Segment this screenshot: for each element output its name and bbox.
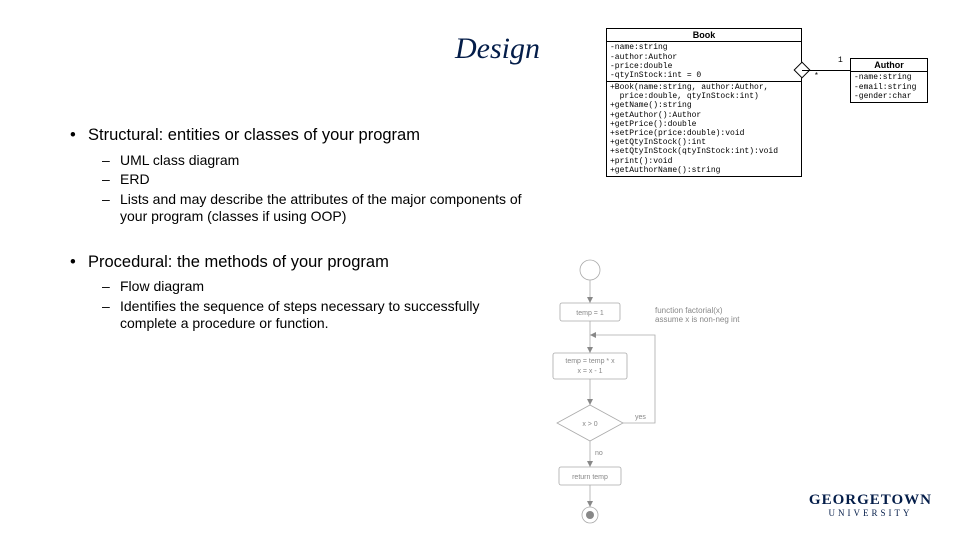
bullet-structural-sub-2: ERD: [70, 171, 540, 189]
uml-author-class: Author -name:string -email:string -gende…: [850, 58, 928, 103]
flow-no-label: no: [595, 450, 603, 457]
uml-diagram: Book -name:string -author:Author -price:…: [600, 28, 940, 238]
flow-init-text: temp = 1: [576, 310, 604, 317]
uml-multiplicity-one: 1: [838, 56, 843, 65]
flow-start-icon: [580, 260, 600, 280]
slide-title: Design: [0, 32, 600, 66]
uml-book-ops: +Book(name:string, author:Author, price:…: [607, 82, 801, 176]
flow-cond-text: x > 0: [582, 421, 597, 428]
bullet-structural-sub-3: Lists and may describe the attributes of…: [70, 191, 540, 226]
uml-book-class: Book -name:string -author:Author -price:…: [606, 28, 802, 177]
uml-book-attrs: -name:string -author:Author -price:doubl…: [607, 42, 801, 82]
svg-text:x = x - 1: x = x - 1: [577, 368, 602, 375]
uml-book-name: Book: [607, 29, 801, 42]
bullet-procedural-sub-2: Identifies the sequence of steps necessa…: [70, 298, 540, 333]
uml-author-name: Author: [851, 59, 927, 72]
flowchart-note: function factorial(x) assume x is non-ne…: [655, 307, 745, 325]
bullet-procedural: Procedural: the methods of your program: [70, 252, 540, 273]
uml-author-attrs: -name:string -email:string -gender:char: [851, 72, 927, 102]
bullet-structural: Structural: entities or classes of your …: [70, 125, 540, 146]
bullet-structural-sub-1: UML class diagram: [70, 152, 540, 170]
flow-yes-label: yes: [635, 414, 646, 421]
content-area: Structural: entities or classes of your …: [70, 125, 540, 335]
flowchart: function factorial(x) assume x is non-ne…: [535, 255, 745, 535]
georgetown-logo: GEORGETOWN UNIVERSITY: [809, 492, 932, 518]
bullet-procedural-sub-1: Flow diagram: [70, 278, 540, 296]
logo-line1: GEORGETOWN: [809, 492, 932, 509]
logo-line2: UNIVERSITY: [809, 508, 932, 518]
uml-multiplicity-star: *: [814, 72, 819, 81]
svg-text:temp = temp * x: temp = temp * x: [565, 358, 615, 365]
flow-return-text: return temp: [572, 474, 608, 481]
uml-association-line: [802, 70, 850, 71]
